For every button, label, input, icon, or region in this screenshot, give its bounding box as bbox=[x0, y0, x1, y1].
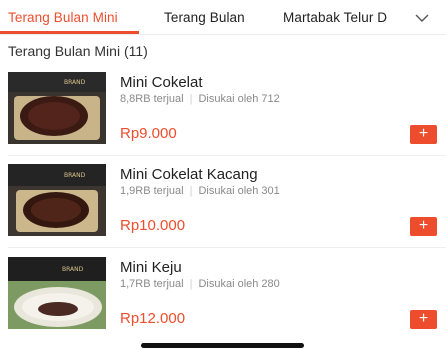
product-name: Mini Keju bbox=[120, 259, 182, 276]
meta-separator: | bbox=[189, 185, 193, 197]
meta-separator: | bbox=[189, 93, 193, 105]
product-name: Mini Cokelat Kacang bbox=[120, 166, 258, 183]
product-image: BRAND bbox=[8, 164, 106, 236]
category-tab-bar: Terang Bulan Mini Terang Bulan Martabak … bbox=[0, 0, 446, 35]
like-count: Disukai oleh 712 bbox=[198, 93, 280, 105]
like-count: Disukai oleh 301 bbox=[198, 185, 280, 197]
sold-count: 1,9RB terjual bbox=[120, 185, 184, 197]
home-indicator[interactable] bbox=[141, 343, 304, 348]
product-price: Rp9.000 bbox=[120, 125, 177, 142]
add-to-cart-button[interactable]: + bbox=[410, 217, 437, 236]
svg-text:BRAND: BRAND bbox=[64, 79, 86, 86]
product-price: Rp10.000 bbox=[120, 217, 186, 234]
tab-terang-bulan-mini[interactable]: Terang Bulan Mini bbox=[8, 10, 118, 25]
product-meta: 8,8RB terjual | Disukai oleh 712 bbox=[120, 93, 280, 105]
product-item[interactable]: BRAND Mini Cokelat Kacang 1,9RB terjual |… bbox=[0, 164, 446, 256]
section-title: Terang Bulan Mini (11) bbox=[8, 43, 148, 59]
meta-separator: | bbox=[189, 278, 193, 290]
active-tab-indicator bbox=[0, 31, 139, 34]
divider bbox=[8, 247, 446, 248]
product-price: Rp12.000 bbox=[120, 310, 186, 327]
tab-terang-bulan[interactable]: Terang Bulan bbox=[164, 10, 245, 25]
add-to-cart-button[interactable]: + bbox=[410, 310, 437, 329]
svg-text:BRAND: BRAND bbox=[62, 266, 84, 273]
svg-text:BRAND: BRAND bbox=[64, 172, 86, 179]
product-meta: 1,9RB terjual | Disukai oleh 301 bbox=[120, 185, 280, 197]
add-to-cart-button[interactable]: + bbox=[410, 125, 437, 144]
product-image: BRAND bbox=[8, 72, 106, 144]
tab-martabak-telur[interactable]: Martabak Telur D bbox=[283, 10, 404, 25]
like-count: Disukai oleh 280 bbox=[198, 278, 280, 290]
divider bbox=[8, 155, 446, 156]
product-image: BRAND bbox=[8, 257, 106, 329]
sold-count: 1,7RB terjual bbox=[120, 278, 184, 290]
chevron-down-icon[interactable] bbox=[411, 9, 433, 27]
product-item[interactable]: BRAND Mini Keju 1,7RB terjual | Disukai ol… bbox=[0, 257, 446, 349]
sold-count: 8,8RB terjual bbox=[120, 93, 184, 105]
product-name: Mini Cokelat bbox=[120, 74, 203, 91]
product-meta: 1,7RB terjual | Disukai oleh 280 bbox=[120, 278, 280, 290]
product-item[interactable]: BRAND Mini Cokelat 8,8RB terjual | Disukai… bbox=[0, 72, 446, 164]
